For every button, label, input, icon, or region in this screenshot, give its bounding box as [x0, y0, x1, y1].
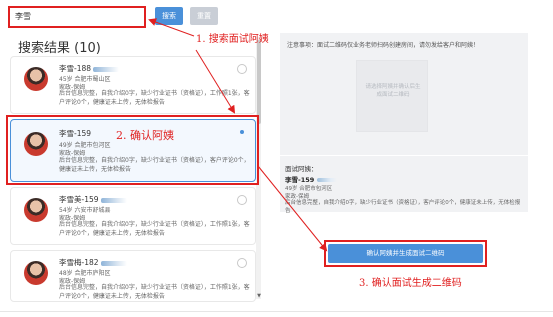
- select-radio[interactable]: [237, 64, 247, 74]
- select-radio[interactable]: [237, 195, 247, 205]
- confirm-generate-qr-button[interactable]: 确认阿姨并生成面试二维码: [328, 244, 483, 263]
- search-input[interactable]: 李雪: [8, 6, 146, 28]
- annotation-step2: 2. 确认阿姨: [116, 129, 174, 142]
- redacted-phone: [100, 260, 127, 266]
- result-name: 李雪-188: [59, 64, 92, 73]
- qr-placeholder-text: 请选择阿姨并确认后生成面试二维码: [365, 84, 421, 98]
- redacted-phone: [317, 178, 338, 182]
- notice-panel: 注意事项：面试二维码仅业务老师扫码创建房间，请勿发给客户和阿姨！ 请选择阿姨并确…: [280, 33, 528, 155]
- result-card[interactable]: 李雪-188 45岁 合肥市蜀山区 家政-保姆 后台信息完整，自我介绍0字，缺少…: [10, 56, 256, 114]
- result-desc: 后台信息完整，自我介绍0字，缺少行业证书（资格证），工作照1张，客户评论0个，健…: [59, 221, 250, 237]
- redacted-phone: [100, 197, 127, 203]
- result-card[interactable]: 李雪美-159 54岁 六安市舒城县 家政-保姆 后台信息完整，自我介绍0字，缺…: [10, 187, 256, 245]
- notice-label: 注意事项：面试二维码仅业务老师扫码创建房间，请勿发给客户和阿姨！: [287, 42, 480, 49]
- result-card[interactable]: 李雪梅-182 48岁 合肥市庐阳区 家政-保姆 后台信息完整，自我介绍0字，缺…: [10, 250, 256, 302]
- result-name: 李雪美-159: [59, 195, 99, 204]
- confirm-button-highlight: 确认阿姨并生成面试二维码: [324, 240, 487, 267]
- selected-auntie-panel: 面试阿姨： 李雪-159 49岁 合肥市包河区 家政-保姆 后台信息完整，自我介…: [280, 156, 528, 214]
- annotation-step1: 1. 搜索面试阿姨: [196, 34, 269, 45]
- scroll-down-icon[interactable]: ▼: [256, 294, 262, 299]
- auntie-name: 李雪-159: [285, 176, 315, 184]
- annotation-highlight-box: [6, 115, 259, 185]
- avatar: [24, 261, 48, 285]
- auntie-desc: 后台信息完整，自我介绍0字，缺少行业证书（资格证），客户评论0个，健康证未上传，…: [285, 200, 521, 214]
- avatar: [24, 67, 48, 91]
- redacted-phone: [93, 66, 120, 72]
- divider: [0, 311, 553, 312]
- auntie-age-location: 49岁 合肥市包河区: [285, 186, 333, 192]
- results-title: 搜索结果 (10): [18, 41, 101, 56]
- avatar: [24, 198, 48, 222]
- annotation-step3: 3. 确认面试生成二维码: [359, 278, 462, 289]
- reset-button[interactable]: 重置: [190, 7, 218, 25]
- search-button[interactable]: 搜索: [155, 7, 183, 25]
- scrollbar-thumb[interactable]: [257, 40, 261, 124]
- auntie-heading: 面试阿姨：: [285, 165, 318, 173]
- qr-code-placeholder: 请选择阿姨并确认后生成面试二维码: [356, 60, 428, 132]
- result-desc: 后台信息完整，自我介绍0字，缺少行业证书（资格证），工作照1张，客户评论0个，健…: [59, 284, 250, 300]
- select-radio[interactable]: [237, 258, 247, 268]
- result-desc: 后台信息完整，自我介绍0字，缺少行业证书（资格证），工作照1张，客户评论0个，健…: [59, 90, 250, 106]
- result-name: 李雪梅-182: [59, 258, 99, 267]
